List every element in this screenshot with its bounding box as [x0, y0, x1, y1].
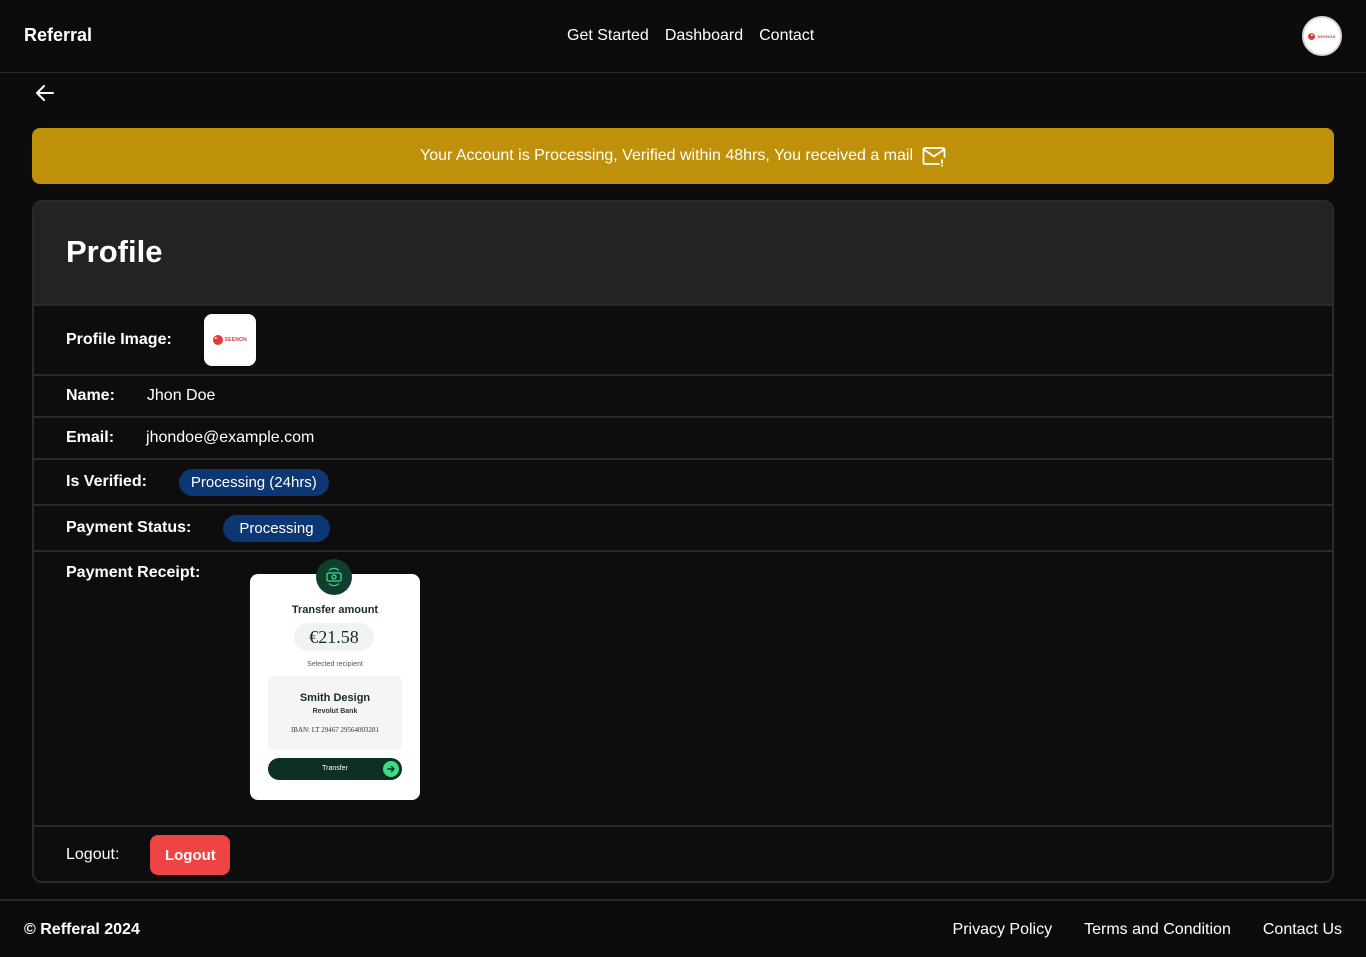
arrow-right-icon [383, 761, 399, 777]
verified-label: Is Verified: [66, 473, 147, 490]
footer-terms-link[interactable]: Terms and Condition [1084, 921, 1231, 939]
footer-contact-link[interactable]: Contact Us [1263, 921, 1342, 939]
copyright: © Refferal 2024 [24, 921, 140, 938]
seenon-logo: SEENON [212, 335, 247, 345]
banner-message: Your Account is Processing, Verified wit… [419, 147, 914, 164]
logout-row: Logout: Logout [34, 825, 1332, 881]
profile-image-row: Profile Image: SEENON [34, 304, 1332, 374]
profile-header: Profile [34, 202, 1332, 304]
profile-card: Profile Profile Image: SEENON Name: Jhon… [32, 200, 1334, 883]
email-row: Email: jhondoe@example.com [34, 416, 1332, 458]
processing-banner: Your Account is Processing, Verified wit… [32, 128, 1334, 184]
receipt-title: Transfer amount [291, 604, 379, 616]
payment-status-label: Payment Status: [66, 519, 192, 536]
logout-label: Logout: [66, 846, 120, 863]
user-avatar[interactable]: SEENON [1302, 16, 1342, 56]
recipient-iban: IBAN: LT 29467 29564003281 [290, 726, 380, 734]
top-navbar: Referral Get Started Dashboard Contact S… [0, 0, 1366, 73]
receipt-selected-label: Selected recipient [307, 661, 363, 668]
profile-image[interactable]: SEENON [203, 314, 256, 366]
receipt-transfer-button: Transfer [268, 758, 402, 780]
recipient-bank: Revolut Bank [312, 708, 358, 715]
payment-receipt-label: Payment Receipt: [66, 564, 201, 581]
payment-status-badge: Processing [223, 514, 330, 542]
seenon-logo: SEENON [1308, 32, 1335, 40]
footer: © Refferal 2024 Privacy Policy Terms and… [0, 899, 1366, 957]
recipient-box: Smith Design Revolut Bank IBAN: LT 29467… [268, 676, 402, 750]
nav-dashboard[interactable]: Dashboard [665, 27, 743, 45]
main-nav: Get Started Dashboard Contact [567, 27, 814, 45]
logout-button[interactable]: Logout [150, 835, 231, 875]
name-label: Name: [66, 387, 115, 404]
verified-row: Is Verified: Processing (24hrs) [34, 458, 1332, 504]
recipient-name: Smith Design [299, 692, 371, 704]
verified-status-badge: Processing (24hrs) [178, 468, 329, 496]
nav-contact[interactable]: Contact [759, 27, 814, 45]
payment-receipt-row: Payment Receipt: Transfer amount €21.58 … [34, 550, 1332, 825]
play-icon [212, 335, 223, 345]
play-icon [1308, 32, 1316, 40]
payment-status-row: Payment Status: Processing [34, 504, 1332, 550]
payment-receipt-image[interactable]: Transfer amount €21.58 Selected recipien… [250, 559, 420, 800]
receipt-amount: €21.58 [294, 623, 374, 651]
page-title: Profile [66, 234, 163, 269]
brand-logo[interactable]: Referral [24, 25, 92, 46]
name-value: Jhon Doe [146, 387, 216, 404]
name-row: Name: Jhon Doe [34, 374, 1332, 416]
back-arrow-icon[interactable] [34, 82, 56, 104]
email-label: Email: [66, 429, 115, 446]
footer-links: Privacy Policy Terms and Condition Conta… [953, 921, 1342, 939]
profile-image-label: Profile Image: [66, 331, 172, 348]
money-transfer-icon [316, 559, 352, 595]
email-value: jhondoe@example.com [146, 429, 315, 446]
nav-get-started[interactable]: Get Started [567, 27, 649, 45]
mail-icon [922, 147, 946, 167]
footer-privacy-link[interactable]: Privacy Policy [953, 921, 1053, 939]
